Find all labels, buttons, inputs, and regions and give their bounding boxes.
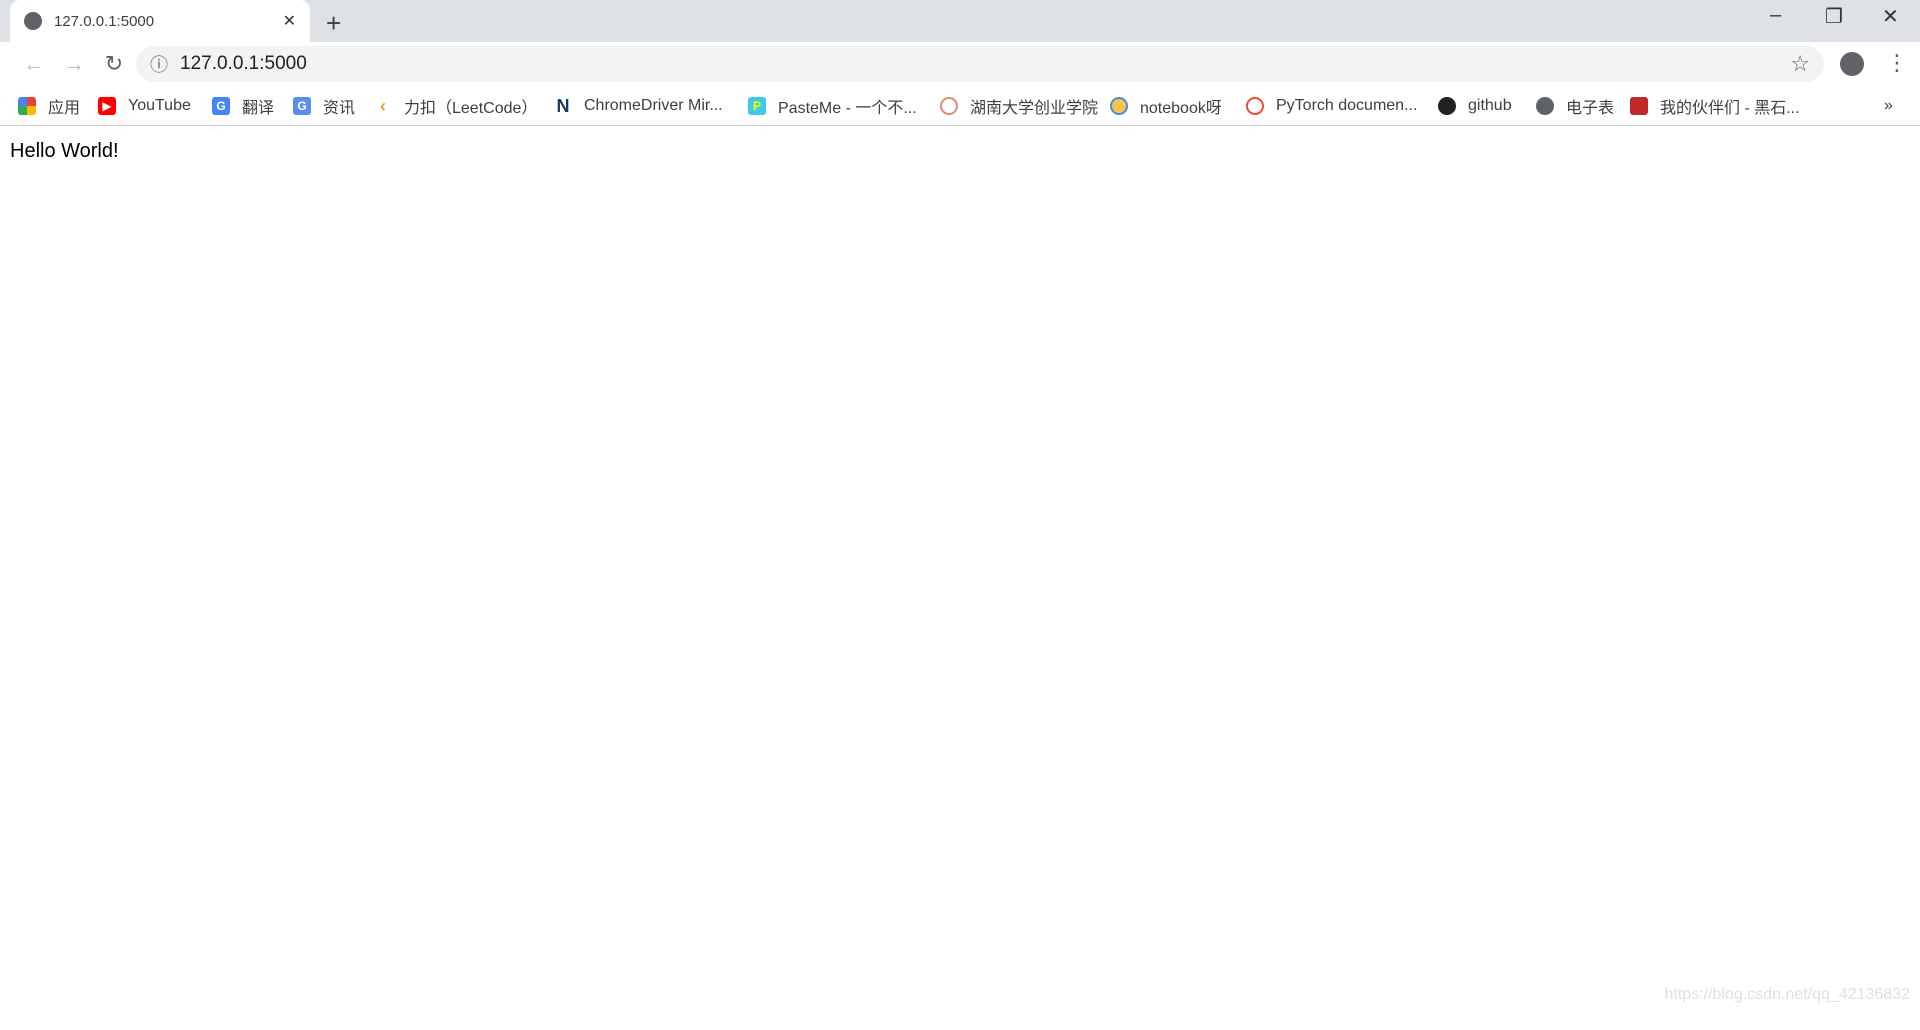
bookmark-notebook[interactable]: notebook呀 bbox=[1110, 86, 1222, 126]
address-bar[interactable]: ⓘ 127.0.0.1:5000 ☆ bbox=[136, 46, 1824, 82]
close-window-button[interactable]: ✕ bbox=[1882, 4, 1899, 29]
bookmark-youtube[interactable]: ▶ YouTube bbox=[98, 86, 191, 126]
bookmark-leetcode[interactable]: ‹ 力扣（LeetCode） bbox=[374, 86, 537, 126]
reload-button[interactable]: ↻ bbox=[94, 51, 134, 77]
bookmark-spreadsheet[interactable]: 电子表 bbox=[1536, 86, 1614, 126]
back-button[interactable]: ← bbox=[14, 51, 54, 77]
bookmark-apps[interactable]: 应用 bbox=[18, 86, 80, 126]
github-icon bbox=[1438, 97, 1456, 115]
new-tab-button[interactable]: + bbox=[326, 8, 341, 39]
forward-button[interactable]: → bbox=[54, 51, 94, 77]
avatar-icon bbox=[1630, 97, 1648, 115]
minimize-button[interactable]: – bbox=[1770, 4, 1781, 27]
tab-strip: 127.0.0.1:5000 ✕ + – ❐ ✕ bbox=[0, 0, 1920, 42]
bookmark-translate[interactable]: G 翻译 bbox=[212, 86, 274, 126]
pytorch-icon bbox=[1246, 97, 1264, 115]
url-text[interactable]: 127.0.0.1:5000 bbox=[180, 53, 307, 75]
bookmark-chromedriver[interactable]: N ChromeDriver Mir... bbox=[554, 86, 723, 126]
pasteme-icon: P bbox=[748, 97, 766, 115]
leetcode-icon: ‹ bbox=[380, 95, 386, 116]
google-translate-icon: G bbox=[212, 97, 230, 115]
bookmarks-overflow-button[interactable]: » bbox=[1884, 86, 1893, 126]
tab-active[interactable]: 127.0.0.1:5000 ✕ bbox=[10, 0, 310, 42]
restore-button[interactable]: ❐ bbox=[1825, 4, 1843, 29]
bookmarks-bar: 应用 ▶ YouTube G 翻译 G 资讯 ‹ 力扣（LeetCode） N Chrom… bbox=[0, 86, 1920, 126]
n-logo-icon: N bbox=[556, 95, 570, 116]
bookmark-pytorch[interactable]: PyTorch documen... bbox=[1246, 86, 1417, 126]
notebook-icon bbox=[1110, 97, 1128, 115]
hello-text: Hello World! bbox=[10, 140, 119, 162]
profile-avatar-icon[interactable] bbox=[1840, 52, 1864, 76]
bookmark-pasteme[interactable]: P PasteMe - 一个不... bbox=[748, 86, 917, 126]
bookmark-partners[interactable]: 我的伙伴们 - 黑石... bbox=[1630, 86, 1800, 126]
close-tab-icon[interactable]: ✕ bbox=[283, 11, 296, 31]
watermark: https://blog.csdn.net/qq_42136832 bbox=[1664, 986, 1910, 1003]
info-icon[interactable]: ⓘ bbox=[150, 51, 168, 77]
tab-title: 127.0.0.1:5000 bbox=[54, 12, 155, 30]
menu-icon[interactable]: ⋮ bbox=[1886, 50, 1908, 76]
apps-grid-icon bbox=[18, 97, 36, 115]
bookmark-github[interactable]: github bbox=[1438, 86, 1512, 126]
youtube-icon: ▶ bbox=[98, 97, 116, 115]
globe-icon bbox=[1536, 97, 1554, 115]
toolbar: ← → ↻ ⓘ 127.0.0.1:5000 ☆ ⋮ bbox=[0, 42, 1920, 86]
news-icon: G bbox=[293, 97, 311, 115]
bookmark-hnu[interactable]: 湖南大学创业学院 bbox=[940, 86, 1098, 126]
bookmark-news[interactable]: G 资讯 bbox=[293, 86, 355, 126]
page-content: Hello World! bbox=[0, 126, 1920, 177]
university-seal-icon bbox=[940, 97, 958, 115]
star-icon[interactable]: ☆ bbox=[1790, 51, 1810, 77]
globe-icon bbox=[24, 12, 42, 30]
